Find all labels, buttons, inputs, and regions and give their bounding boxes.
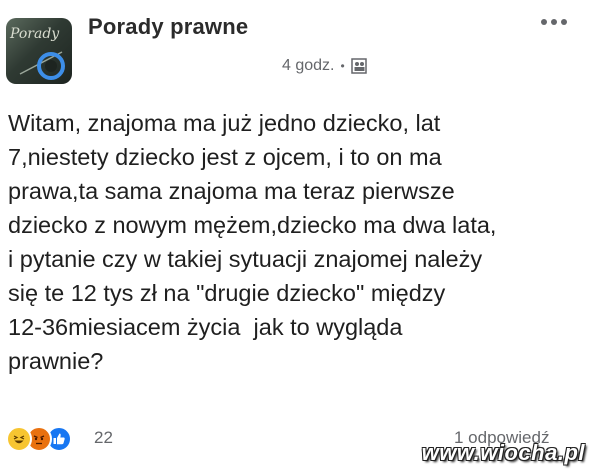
post-meta: 4 godz. • <box>282 57 367 75</box>
haha-reaction-icon <box>6 426 32 452</box>
avatar-logo-icon: Porady <box>9 26 65 80</box>
reaction-count[interactable]: 22 <box>94 428 113 448</box>
post-text-line: Witam, znajoma ma już jedno dziecko, lat <box>8 110 441 136</box>
post-text-line: prawa,ta sama znajoma ma teraz pierwsze <box>8 178 455 204</box>
post-text-line: i pytanie czy w takiej sytuacji znajomej… <box>8 246 483 272</box>
facebook-post: Porady Porady prawne 4 godz. • Witam, zn… <box>0 0 595 476</box>
post-text-line: 7,niestety dziecko jest z ojcem, i to on… <box>8 144 442 170</box>
post-text-line: się te 12 tys zł na "drugie dziecko" mię… <box>8 280 446 306</box>
post-text: Witam, znajoma ma już jedno dziecko, lat… <box>8 106 588 378</box>
meta-separator: • <box>340 59 345 73</box>
reactions-summary[interactable] <box>6 426 72 452</box>
page-avatar[interactable]: Porady <box>6 18 72 84</box>
site-watermark: www.wiocha.pl <box>421 440 585 465</box>
post-text-line: 12-36miesiacem życia jak to wygląda <box>8 314 403 340</box>
page-name-link[interactable]: Porady prawne <box>88 14 248 40</box>
post-text-line: dziecko z nowym mężem,dziecko ma dwa lat… <box>8 212 497 238</box>
more-options-icon <box>541 19 567 25</box>
post-text-line: prawnie? <box>8 348 104 374</box>
timestamp-link[interactable]: 4 godz. <box>282 57 334 75</box>
group-audience-icon[interactable] <box>350 58 367 74</box>
svg-text:Porady: Porady <box>9 26 60 42</box>
more-options-button[interactable] <box>536 12 572 32</box>
